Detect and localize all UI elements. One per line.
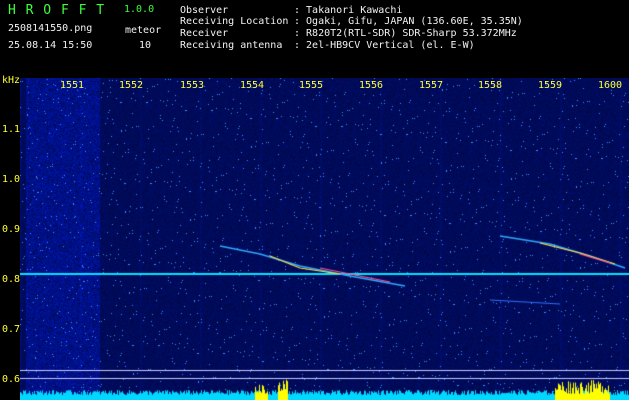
x-tick-label: 1559 <box>538 80 563 91</box>
x-tick-label: 1557 <box>419 80 444 91</box>
datetime: 25.08.14 15:50 <box>8 40 93 51</box>
observer-label: Observer <box>180 5 229 16</box>
x-tick-label: 1556 <box>359 80 384 91</box>
receiver-value: : R820T2(RTL-SDR) SDR-Sharp 53.372MHz <box>294 28 517 39</box>
y-tick-label: 1.0 <box>2 174 21 185</box>
x-tick-label: 1600 <box>598 80 623 91</box>
antenna-value: : 2el-HB9CV Vertical (el. E-W) <box>294 40 475 51</box>
x-tick-label: 1551 <box>60 80 85 91</box>
y-tick-label: 0.6 <box>2 374 21 385</box>
meteor-count: 10 <box>139 40 152 51</box>
app-version: 1.0.0 <box>124 4 155 15</box>
x-tick-label: 1552 <box>119 80 144 91</box>
hroft-window: H R O F F T 1.0.0 2508141550.png meteor … <box>0 0 629 400</box>
location-value: : Ogaki, Gifu, JAPAN (136.60E, 35.35N) <box>294 16 523 27</box>
observer-value: : Takanori Kawachi <box>294 5 403 16</box>
y-tick-label: 0.8 <box>2 274 21 285</box>
x-tick-label: 1553 <box>180 80 205 91</box>
antenna-label: Receiving antenna <box>180 40 283 51</box>
app-name: H R O F F T <box>8 3 106 18</box>
x-tick-label: 1555 <box>299 80 324 91</box>
y-unit-label: kHz <box>2 75 21 86</box>
filename: 2508141550.png <box>8 23 93 34</box>
x-tick-label: 1558 <box>478 80 503 91</box>
receiver-label: Receiver <box>180 28 229 39</box>
meteor-label: meteor <box>125 25 162 36</box>
x-tick-label: 1554 <box>240 80 265 91</box>
spectrogram <box>20 78 629 400</box>
location-label: Receiving Location <box>180 16 289 27</box>
y-tick-label: 1.1 <box>2 124 21 135</box>
y-tick-label: 0.7 <box>2 324 21 335</box>
y-tick-label: 0.9 <box>2 224 21 235</box>
